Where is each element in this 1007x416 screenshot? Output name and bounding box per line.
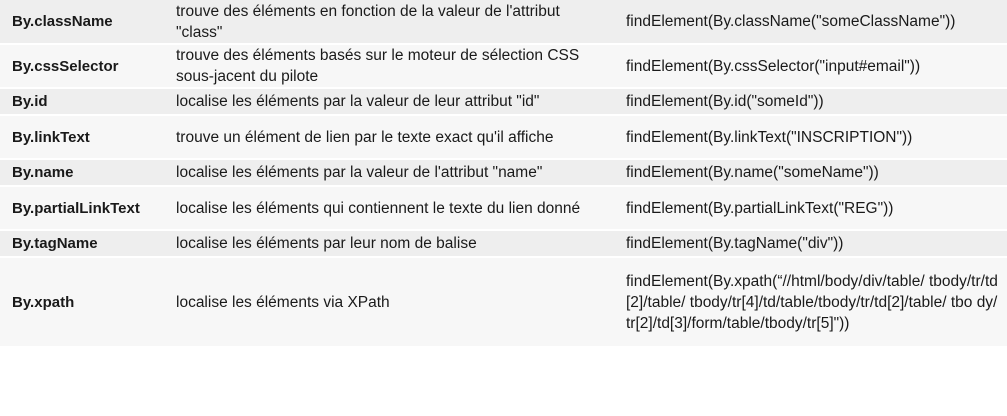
locator-name: By.id [0,88,164,116]
table-row: By.cssSelector trouve des éléments basés… [0,44,1007,89]
table-row: By.name localise les éléments par la val… [0,159,1007,187]
locator-name: By.tagName [0,230,164,258]
locator-example: findElement(By.id("someId")) [614,88,1007,116]
table-row: By.className trouve des éléments en fonc… [0,0,1007,45]
locator-description: localise les éléments via XPath [164,257,614,348]
locator-example: findElement(By.name("someName")) [614,159,1007,187]
locator-example: findElement(By.cssSelector("input#email"… [614,44,1007,89]
locator-example: findElement(By.className("someClassName"… [614,0,1007,45]
locator-description: trouve des éléments en fonction de la va… [164,0,614,45]
locator-name: By.xpath [0,257,164,348]
table-row: By.tagName localise les éléments par leu… [0,230,1007,258]
locator-name: By.linkText [0,115,164,160]
locator-example: findElement(By.xpath(“//html/body/div/ta… [614,257,1007,348]
locator-name: By.partialLinkText [0,186,164,231]
table-row: By.id localise les éléments par la valeu… [0,88,1007,116]
table-row: By.partialLinkText localise les éléments… [0,186,1007,231]
locator-description: localise les éléments par la valeur de l… [164,88,614,116]
locator-description: localise les éléments qui contiennent le… [164,186,614,231]
locator-description: trouve un élément de lien par le texte e… [164,115,614,160]
table-row: By.linkText trouve un élément de lien pa… [0,115,1007,160]
locator-description: localise les éléments par leur nom de ba… [164,230,614,258]
locator-table: By.className trouve des éléments en fonc… [0,0,1007,348]
locator-description: localise les éléments par la valeur de l… [164,159,614,187]
locator-name: By.className [0,0,164,45]
locator-example: findElement(By.linkText("INSCRIPTION")) [614,115,1007,160]
locator-example: findElement(By.tagName("div")) [614,230,1007,258]
locator-name: By.name [0,159,164,187]
locator-description: trouve des éléments basés sur le moteur … [164,44,614,89]
table-row: By.xpath localise les éléments via XPath… [0,257,1007,348]
locator-name: By.cssSelector [0,44,164,89]
locator-example: findElement(By.partialLinkText("REG")) [614,186,1007,231]
